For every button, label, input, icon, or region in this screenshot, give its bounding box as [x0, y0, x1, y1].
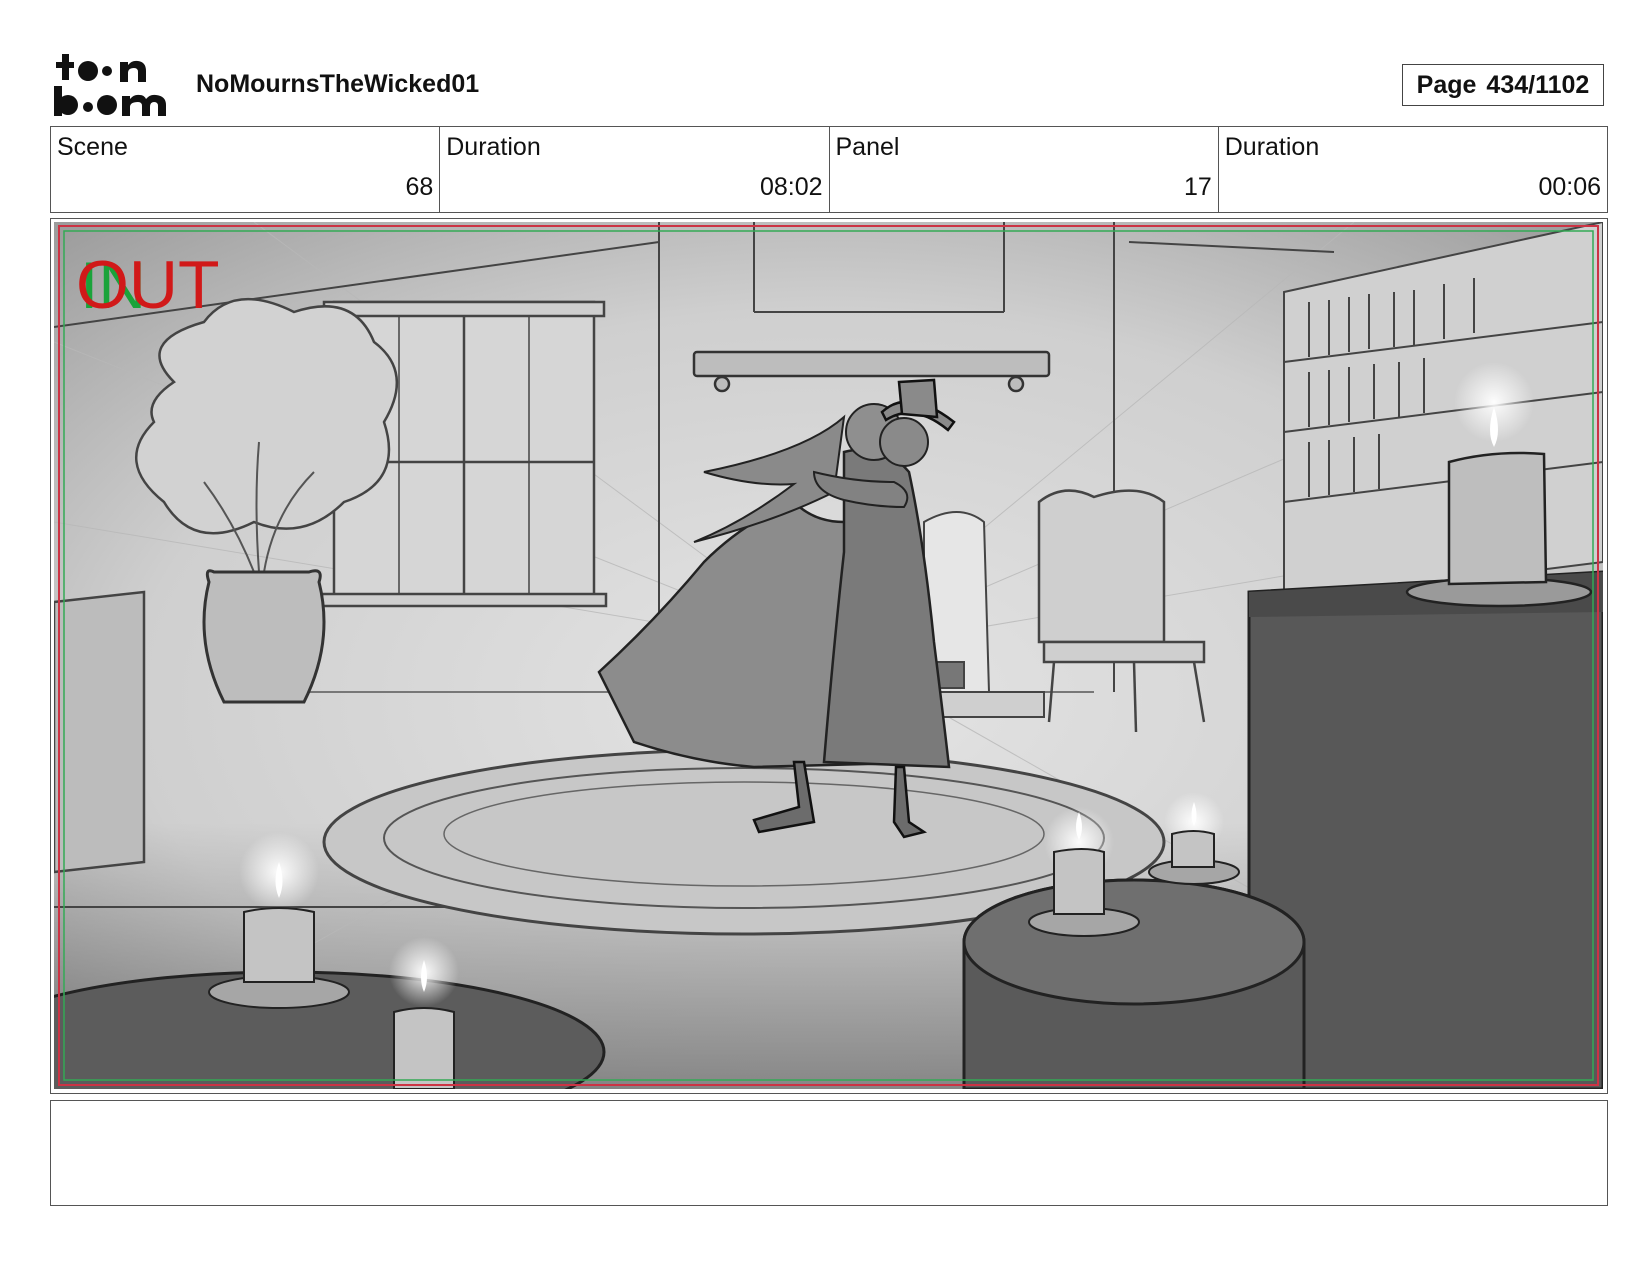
- scene-duration-label: Duration: [446, 133, 541, 161]
- page-indicator: Page 434/1102: [1402, 64, 1604, 106]
- toonboom-logo-mark: [54, 54, 166, 116]
- page-label: Page: [1416, 70, 1477, 99]
- scene-label: Scene: [57, 133, 128, 161]
- panel-duration-cell: Duration 00:06: [1219, 127, 1607, 212]
- page-number: 434/1102: [1486, 70, 1590, 99]
- panel-notes-box: [50, 1100, 1608, 1206]
- panel-duration-label: Duration: [1224, 133, 1320, 161]
- transition-out-label: OUT: [76, 247, 220, 323]
- storyboard-panel: IN OUT: [50, 218, 1608, 1094]
- panel-value: 17: [1183, 173, 1212, 201]
- toonboom-logo: [52, 52, 172, 118]
- panel-cell: Panel 17: [830, 127, 1219, 212]
- panel-drawing: IN OUT: [54, 222, 1603, 1089]
- round-table: [962, 878, 1306, 1089]
- candle-left-table-2: [389, 937, 459, 1089]
- project-title: NoMournsTheWicked01: [196, 70, 480, 98]
- panel-label: Panel: [835, 133, 900, 161]
- scene-duration-cell: Duration 08:02: [440, 127, 830, 212]
- scene-info-table: Scene 68 Duration 08:02 Panel 17 Duratio…: [50, 126, 1608, 213]
- panel-duration-value: 00:06: [1538, 173, 1601, 201]
- left-chair-edge: [54, 590, 146, 874]
- scene-cell: Scene 68: [51, 127, 441, 212]
- scene-duration-value: 08:02: [759, 173, 823, 201]
- scene-value: 68: [405, 173, 434, 201]
